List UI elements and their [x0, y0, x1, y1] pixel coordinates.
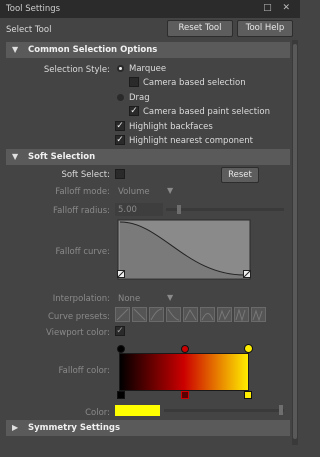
color-label: Color: — [85, 408, 110, 418]
curve-key-right-icon[interactable] — [243, 270, 251, 278]
highlight-nearest-checkbox[interactable]: ✓ — [115, 135, 125, 145]
window-controls-icon[interactable]: □ ✕ — [263, 3, 294, 13]
collapse-triangle-icon[interactable]: ▼ — [12, 45, 18, 54]
falloff-color-label: Falloff color: — [58, 366, 110, 376]
gradient-stop-black-icon[interactable] — [117, 391, 125, 399]
falloff-color-gradient[interactable] — [119, 353, 249, 391]
gradient-stop-red-icon[interactable] — [181, 391, 189, 399]
camera-based-paint-label: Camera based paint selection — [143, 107, 271, 117]
soft-select-label: Soft Select: — [61, 170, 110, 180]
curve-preset-icon[interactable] — [115, 307, 275, 323]
falloff-mode-label: Falloff mode: — [55, 187, 110, 197]
falloff-curve-editor[interactable] — [117, 219, 251, 280]
camera-based-selection-label: Camera based selection — [143, 78, 246, 88]
soft-reset-button[interactable]: Reset — [221, 167, 259, 183]
curve-presets-label: Curve presets: — [48, 312, 110, 322]
camera-based-paint-checkbox[interactable]: ✓ — [129, 106, 139, 116]
selection-style-label: Selection Style: — [43, 65, 110, 75]
section-title: Common Selection Options — [28, 45, 158, 55]
falloff-radius-slider-thumb[interactable] — [177, 205, 182, 214]
interpolation-label: Interpolation: — [52, 294, 110, 304]
gradient-key-yellow-icon[interactable] — [244, 344, 253, 353]
falloff-radius-value: 5.00 — [118, 205, 137, 215]
color-slider[interactable] — [164, 409, 284, 412]
gradient-key-black-icon[interactable] — [117, 345, 125, 353]
collapse-triangle-icon[interactable]: ▼ — [12, 152, 18, 161]
viewport-color-label: Viewport color: — [46, 328, 110, 338]
dropdown-arrow-icon[interactable]: ▼ — [167, 186, 173, 195]
falloff-radius-slider[interactable] — [166, 208, 284, 211]
curve-presets-row — [115, 307, 275, 323]
scrollbar-thumb[interactable] — [293, 44, 297, 439]
symmetry-section-header[interactable]: ▶ Symmetry Settings — [6, 420, 290, 436]
marquee-radio[interactable] — [117, 65, 124, 72]
curve-key-left-icon[interactable] — [117, 270, 125, 278]
gradient-key-red-icon[interactable] — [181, 345, 189, 353]
drag-label: Drag — [129, 93, 150, 103]
section-title: Symmetry Settings — [28, 423, 121, 433]
falloff-radius-field[interactable]: 5.00 — [115, 203, 163, 216]
color-swatch[interactable] — [115, 405, 160, 416]
highlight-backfaces-label: Highlight backfaces — [129, 122, 213, 132]
window-title: Tool Settings — [6, 4, 61, 14]
falloff-mode-value[interactable]: Volume — [118, 187, 150, 197]
gradient-stop-yellow-icon[interactable] — [244, 391, 252, 399]
drag-radio[interactable] — [117, 94, 124, 101]
dropdown-arrow-icon[interactable]: ▼ — [167, 293, 173, 302]
reset-tool-button[interactable]: Reset Tool — [167, 20, 233, 37]
color-slider-thumb[interactable] — [279, 405, 283, 415]
falloff-curve-label: Falloff curve: — [55, 247, 110, 257]
camera-based-selection-checkbox[interactable] — [129, 77, 139, 87]
window-titlebar: Tool Settings □ ✕ — [0, 0, 300, 18]
tool-name: Select Tool — [6, 25, 52, 35]
common-selection-section-header[interactable]: ▼ Common Selection Options — [6, 42, 290, 58]
tool-help-button[interactable]: Tool Help — [237, 20, 293, 37]
viewport-color-checkbox[interactable]: ✓ — [115, 326, 125, 336]
highlight-backfaces-checkbox[interactable]: ✓ — [115, 121, 125, 131]
soft-select-checkbox[interactable] — [115, 169, 125, 179]
highlight-nearest-label: Highlight nearest component — [129, 136, 253, 146]
expand-triangle-icon[interactable]: ▶ — [12, 423, 18, 432]
interpolation-value[interactable]: None — [118, 294, 140, 304]
falloff-radius-label: Falloff radius: — [53, 206, 110, 216]
soft-selection-section-header[interactable]: ▼ Soft Selection — [6, 149, 290, 165]
marquee-label: Marquee — [129, 64, 167, 74]
section-title: Soft Selection — [28, 152, 96, 162]
